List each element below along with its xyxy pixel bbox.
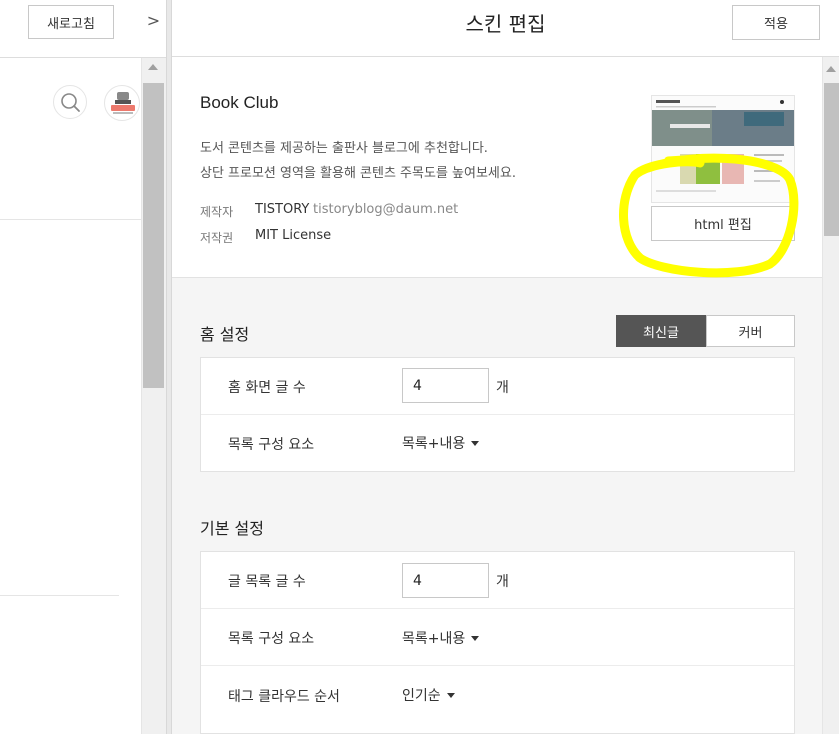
skin-description-line-2: 상단 프로모션 영역을 활용해 콘텐츠 주목도를 높여보세요. [200, 166, 516, 181]
maker-email: tistoryblog@daum.net [313, 202, 459, 217]
skin-description-line-1: 도서 콘텐츠를 제공하는 출판사 블로그에 추천합니다. [200, 141, 488, 156]
preview-divider [0, 595, 119, 596]
list-components-value: 목록+내용 [402, 631, 466, 647]
html-edit-button[interactable]: html 편집 [651, 206, 795, 241]
home-settings-title: 홈 설정 [200, 325, 250, 344]
scroll-up-arrow-icon[interactable] [148, 64, 158, 70]
home-post-count-label: 홈 화면 글 수 [228, 380, 306, 396]
segment-cover[interactable]: 커버 [706, 315, 795, 347]
tag-cloud-order-dropdown[interactable]: 인기순 [402, 685, 455, 705]
row-divider [201, 608, 794, 609]
skin-name: Book Club [200, 93, 279, 112]
maker-label: 제작자 [200, 205, 234, 219]
skin-preview-image [652, 96, 794, 202]
refresh-button[interactable]: 새로고침 [28, 5, 114, 39]
home-list-components-dropdown[interactable]: 목록+내용 [402, 433, 480, 453]
basic-settings-title: 기본 설정 [200, 519, 264, 538]
list-post-count-input[interactable]: 4 [402, 563, 489, 598]
collapse-panel-button[interactable]: > [141, 0, 166, 40]
preview-scroll-thumb[interactable] [143, 83, 164, 388]
scroll-up-arrow-icon[interactable] [826, 66, 836, 72]
search-button[interactable] [53, 85, 87, 119]
list-post-count-label: 글 목록 글 수 [228, 574, 306, 590]
home-list-components-label: 목록 구성 요소 [228, 437, 315, 453]
tag-cloud-order-value: 인기순 [402, 688, 441, 704]
home-list-components-value: 목록+내용 [402, 436, 466, 452]
chevron-right-icon: > [146, 10, 161, 30]
caret-down-icon [471, 440, 480, 446]
list-post-count-unit: 개 [496, 574, 509, 590]
home-post-count-input[interactable]: 4 [402, 368, 489, 403]
segment-recent-posts[interactable]: 최신글 [616, 315, 706, 347]
editor-scroll-thumb[interactable] [824, 83, 839, 236]
list-components-dropdown[interactable]: 목록+내용 [402, 628, 480, 648]
maker-name: TISTORY [255, 202, 310, 217]
blog-avatar[interactable] [104, 85, 140, 121]
license-value: MIT License [255, 228, 332, 243]
caret-down-icon [471, 635, 480, 641]
apply-button[interactable]: 적용 [732, 5, 820, 40]
row-divider [201, 414, 794, 415]
skin-thumbnail [651, 95, 795, 203]
preview-divider [0, 219, 141, 220]
tag-cloud-order-label: 태그 클라우드 순서 [228, 689, 340, 705]
list-components-label: 목록 구성 요소 [228, 631, 315, 647]
search-icon [61, 93, 80, 112]
home-post-count-unit: 개 [496, 380, 509, 396]
caret-down-icon [446, 692, 455, 698]
license-label: 저작권 [200, 231, 234, 245]
row-divider [201, 665, 794, 666]
